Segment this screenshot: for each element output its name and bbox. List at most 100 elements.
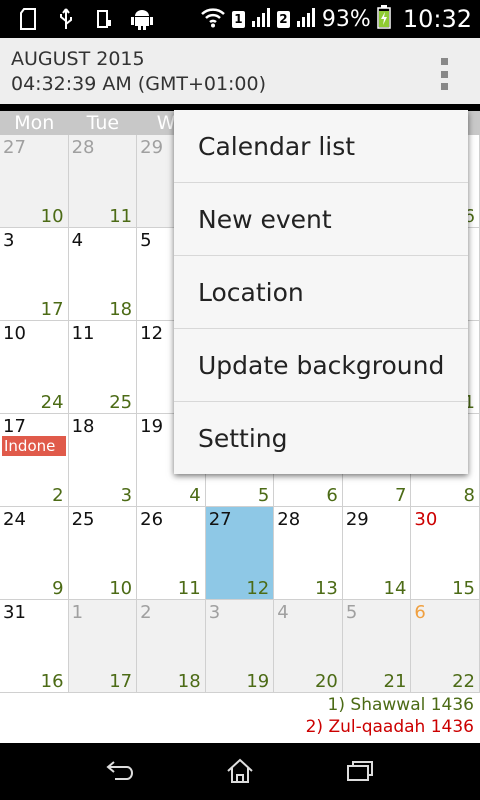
day-cell[interactable]: 28 13: [274, 507, 343, 600]
back-icon[interactable]: [100, 755, 140, 787]
day-cell[interactable]: 1 17: [68, 600, 138, 693]
gregorian-date: 27: [208, 509, 232, 530]
hijri-date: 2: [52, 485, 64, 506]
event-chip[interactable]: Indone: [2, 436, 66, 456]
hijri-date: 10: [40, 206, 64, 227]
status-bar: 1 2 93% 10:32: [0, 0, 480, 38]
day-cell[interactable]: 28 11: [68, 135, 138, 228]
day-cell[interactable]: 31 16: [0, 600, 69, 693]
gregorian-date: 30: [414, 509, 438, 530]
menu-item-new-event[interactable]: New event: [174, 183, 468, 256]
signal-icon: [251, 7, 271, 31]
gregorian-date: 10: [3, 323, 26, 344]
day-cell[interactable]: 3 19: [205, 600, 275, 693]
clock: 10:32: [402, 5, 472, 33]
battery-percent: 93%: [321, 6, 371, 32]
overflow-menu-icon[interactable]: [438, 58, 450, 90]
hijri-date: 20: [314, 671, 338, 692]
day-cell[interactable]: 5 21: [342, 600, 412, 693]
hijri-date: 13: [314, 578, 338, 599]
hijri-date: 22: [452, 671, 475, 692]
menu-item-update-background[interactable]: Update background: [174, 329, 468, 402]
hijri-date: 7: [394, 485, 407, 506]
gregorian-date: 18: [71, 416, 95, 437]
gregorian-date: 1: [71, 602, 84, 623]
options-menu: Calendar list New event Location Update …: [174, 110, 468, 474]
hijri-date: 8: [463, 485, 475, 506]
hijri-date: 17: [40, 299, 64, 320]
sd-card-icon: [16, 6, 40, 32]
menu-item-calendar-list[interactable]: Calendar list: [174, 110, 468, 183]
wifi-icon: [200, 6, 226, 32]
gregorian-date: 3: [3, 230, 15, 251]
app-header: AUGUST 2015 04:32:39 AM (GMT+01:00): [0, 38, 480, 104]
gregorian-date: 31: [3, 602, 26, 623]
hijri-date: 10: [109, 578, 133, 599]
gregorian-date: 5: [345, 602, 358, 623]
debug-icon: [92, 6, 116, 32]
day-cell[interactable]: 10 24: [0, 321, 69, 414]
gregorian-date: 3: [208, 602, 221, 623]
day-cell[interactable]: 4 20: [274, 600, 343, 693]
gregorian-date: 17: [3, 416, 26, 437]
hijri-date: 12: [246, 578, 270, 599]
hijri-date: 16: [40, 671, 64, 692]
menu-item-location[interactable]: Location: [174, 256, 468, 329]
signal-icon: [296, 7, 316, 31]
gregorian-date: 6: [414, 602, 426, 623]
gregorian-date: 25: [71, 509, 95, 530]
hijri-date: 21: [383, 671, 407, 692]
hijri-date: 3: [120, 485, 133, 506]
day-cell[interactable]: 25 10: [68, 507, 138, 600]
day-cell[interactable]: 26 11: [137, 507, 206, 600]
day-cell[interactable]: 11 25: [68, 321, 138, 414]
battery-charging-icon: [377, 5, 391, 33]
hijri-legend: 1) Shawwal 1436 2) Zul-qaadah 1436: [0, 693, 480, 743]
hijri-date: 11: [109, 206, 133, 227]
hijri-date: 24: [40, 392, 64, 413]
hijri-date: 4: [189, 485, 201, 506]
usb-icon: [54, 6, 78, 32]
day-cell[interactable]: 24 9: [0, 507, 69, 600]
hijri-date: 11: [177, 578, 201, 599]
day-cell[interactable]: 18 3: [68, 414, 138, 507]
gregorian-date: 26: [140, 509, 164, 530]
hijri-date: 5: [257, 485, 270, 506]
hijri-date: 25: [109, 392, 133, 413]
hijri-date: 6: [326, 485, 338, 506]
gregorian-date: 4: [277, 602, 289, 623]
day-cell[interactable]: 29 14: [342, 507, 412, 600]
current-time: 04:32:39 AM (GMT+01:00): [11, 73, 267, 95]
gregorian-date: 2: [140, 602, 152, 623]
hijri-date: 18: [177, 671, 201, 692]
hijri-date: 18: [109, 299, 133, 320]
gregorian-date: 11: [71, 323, 95, 344]
recent-apps-icon[interactable]: [340, 755, 380, 787]
gregorian-date: 29: [345, 509, 369, 530]
home-icon[interactable]: [220, 755, 260, 787]
gregorian-date: 28: [277, 509, 301, 530]
weekday-tue: Tue: [86, 112, 120, 134]
gregorian-date: 5: [140, 230, 152, 251]
gregorian-date: 4: [71, 230, 84, 251]
sim1-badge: 1: [231, 10, 245, 28]
day-cell[interactable]: 6 22: [411, 600, 480, 693]
hijri-date: 14: [383, 578, 407, 599]
month-title: AUGUST 2015: [11, 48, 145, 70]
day-cell[interactable]: 27 10: [0, 135, 69, 228]
legend-month-1: 1) Shawwal 1436: [327, 695, 474, 715]
menu-item-setting[interactable]: Setting: [174, 402, 468, 475]
android-icon: [130, 6, 154, 32]
navigation-bar: [0, 743, 480, 800]
day-cell[interactable]: 27 12: [205, 507, 275, 600]
gregorian-date: 24: [3, 509, 26, 530]
hijri-date: 17: [109, 671, 133, 692]
gregorian-date: 27: [3, 137, 26, 158]
sim2-badge: 2: [276, 10, 290, 28]
gregorian-date: 19: [140, 416, 164, 437]
day-cell[interactable]: 17 2 Indone: [0, 414, 69, 507]
day-cell[interactable]: 4 18: [68, 228, 138, 321]
day-cell[interactable]: 30 15: [411, 507, 480, 600]
day-cell[interactable]: 2 18: [137, 600, 206, 693]
day-cell[interactable]: 3 17: [0, 228, 69, 321]
